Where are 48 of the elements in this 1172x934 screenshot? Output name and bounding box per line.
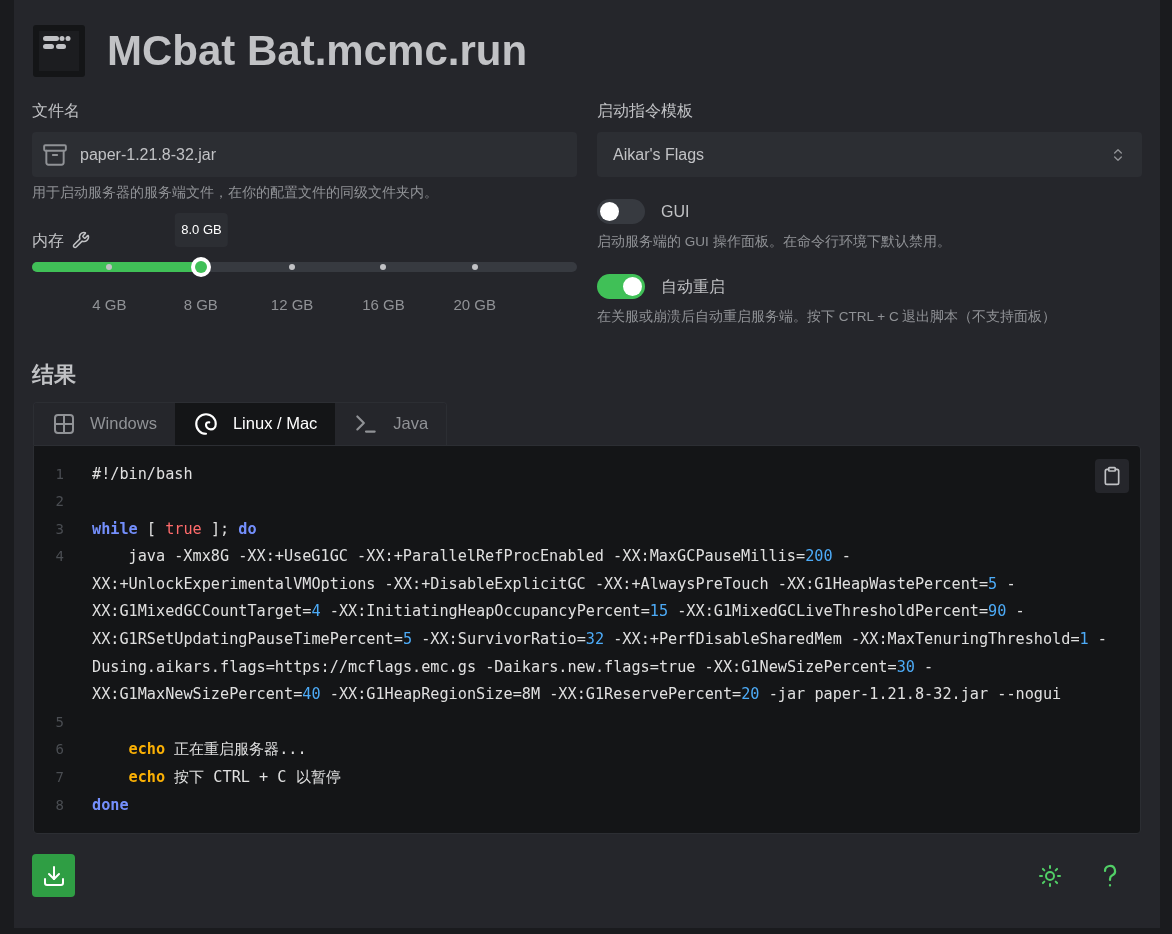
field-hint: 用于启动服务器的服务端文件，在你的配置文件的同级文件夹内。 bbox=[32, 184, 439, 202]
slider-thumb[interactable] bbox=[191, 257, 212, 278]
file-input[interactable]: paper-1.21.8-32.jar bbox=[32, 132, 577, 177]
slider-mark-label: 20 GB bbox=[453, 295, 496, 316]
archive-icon bbox=[42, 141, 68, 168]
line-number: 5 bbox=[54, 712, 65, 732]
code-line: echo 正在重启服务器... bbox=[127, 739, 307, 761]
code-line: while [ true ]; do bbox=[92, 518, 257, 540]
download-button[interactable] bbox=[32, 854, 75, 898]
toggle-switch[interactable] bbox=[597, 199, 645, 224]
field-label: 启动指令模板 bbox=[597, 101, 694, 121]
toggle-hint: 启动服务端的 GUI 操作面板。在命令行环境下默认禁用。 bbox=[597, 233, 952, 251]
memory-label: 内存 bbox=[32, 231, 64, 252]
line-number: 1 bbox=[54, 464, 65, 484]
logo-icon bbox=[33, 25, 85, 77]
line-number: 4 bbox=[54, 547, 65, 567]
slider-mark-label: 16 GB bbox=[362, 295, 405, 316]
section-heading: 结果 bbox=[32, 360, 77, 389]
line-number: 3 bbox=[54, 519, 65, 539]
code-line: #!/bin/bash bbox=[92, 463, 193, 485]
toggle-switch[interactable] bbox=[597, 274, 645, 300]
toggle-hint: 在关服或崩溃后自动重启服务端。按下 CTRL + C 退出脚本（不支持面板） bbox=[597, 308, 1058, 327]
slider-mark-label: 8 GB bbox=[183, 295, 218, 316]
help-icon bbox=[1102, 863, 1118, 888]
line-number: 8 bbox=[54, 795, 65, 815]
code-line: echo 按下 CTRL + C 以暂停 bbox=[127, 767, 341, 789]
slider-tooltip: 8.0 GB bbox=[175, 213, 228, 248]
wrench-icon bbox=[72, 231, 90, 250]
template-select[interactable]: Aikar's Flags bbox=[597, 132, 1142, 177]
line-number: 7 bbox=[54, 768, 65, 788]
swirl-icon bbox=[192, 410, 219, 437]
slider-track[interactable] bbox=[32, 262, 577, 273]
slider-mark-label: 12 GB bbox=[270, 295, 314, 316]
toggle-label: GUI bbox=[661, 201, 690, 222]
line-number: 6 bbox=[54, 740, 65, 760]
clipboard-icon bbox=[1102, 465, 1122, 486]
slider-mark-label: 4 GB bbox=[92, 295, 127, 316]
copy-button[interactable] bbox=[1095, 458, 1129, 493]
field-label: 文件名 bbox=[32, 101, 81, 121]
toggle-label: 自动重启 bbox=[661, 276, 725, 297]
windows-icon bbox=[52, 411, 76, 436]
page-title: MCbat Bat.mcmc.run bbox=[107, 30, 528, 72]
code-line: java -Xmx8G -XX:+UseG1GC -XX:+ParallelRefProcEnabled -XX:MaxGCPauseMillis=200 -XX:+UnlockExperimentalVMOptions -XX:+DisableExplicitGC -XX:+AlwaysPreTouch -XX:G1HeapWastePercent=5 -XX:G1MixedGCCountTarget=4 -XX:InitiatingHeapOccupancyPercent=15 -XX:G1MixedGCLiveThresholdPercent=90 -XX:G1RSetUpdatingPauseTimePercent=5 -XX:SurvivorRatio=32 -XX:+PerfDisableSharedMem -XX:MaxTenuringThreshold=1 -Dusing.aikars.flags=https://mcflags.emc.gs -Daikars.new.flags=true -XX:G1NewSizePercent=30 -XX:G1MaxNewSizePercent=40 -XX:G1HeapRegionSize=8M -XX:G1ReservePercent=20 -jar paper-1.21.8-32.jar --nogui bbox=[92, 546, 1108, 706]
download-icon bbox=[41, 863, 66, 888]
tab[interactable]: Linux / Mac bbox=[174, 402, 336, 445]
sun-icon bbox=[1038, 863, 1062, 888]
line-number: 2 bbox=[54, 492, 65, 512]
code-line: done bbox=[92, 794, 129, 816]
